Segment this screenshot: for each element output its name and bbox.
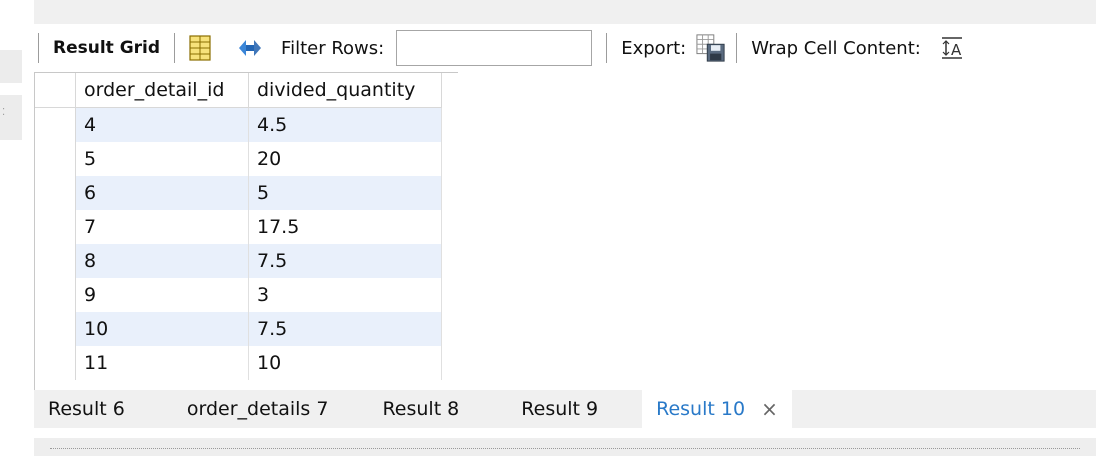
cell-order-detail-id[interactable]: 11 bbox=[75, 346, 249, 380]
cell-order-detail-id[interactable]: 5 bbox=[75, 142, 249, 176]
cell-divided-quantity[interactable]: 3 bbox=[248, 278, 442, 312]
tab-label: Result 6 bbox=[48, 398, 125, 420]
tab-label: Result 10 bbox=[656, 398, 746, 420]
cell-order-detail-id[interactable]: 9 bbox=[75, 278, 249, 312]
cell-divided-quantity[interactable]: 20 bbox=[248, 142, 442, 176]
table-row[interactable]: 11 10 bbox=[35, 346, 442, 380]
table-row[interactable]: 4 4.5 bbox=[35, 107, 442, 142]
tab-result-6[interactable]: Result 6 bbox=[34, 390, 139, 428]
cell-divided-quantity[interactable]: 5 bbox=[248, 176, 442, 210]
output-panel-header bbox=[34, 438, 1096, 456]
close-icon[interactable]: × bbox=[761, 397, 778, 421]
cell-order-detail-id[interactable]: 4 bbox=[75, 107, 249, 142]
row-header[interactable] bbox=[35, 244, 76, 278]
table-row[interactable]: 5 20 bbox=[35, 142, 442, 176]
column-header-order-detail-id[interactable]: order_detail_id bbox=[75, 73, 249, 108]
tab-label: order_details 7 bbox=[186, 398, 329, 420]
row-header[interactable] bbox=[35, 346, 76, 380]
left-gutter: ⁚ bbox=[0, 0, 22, 456]
tab-result-9[interactable]: Result 9 bbox=[507, 390, 612, 428]
toolbar-separator bbox=[606, 33, 608, 63]
grid-header-row: order_detail_id divided_quantity bbox=[35, 73, 442, 108]
toolbar-separator bbox=[38, 33, 39, 63]
export-icon[interactable] bbox=[696, 33, 726, 63]
tab-result-8[interactable]: Result 8 bbox=[368, 390, 473, 428]
row-header[interactable] bbox=[35, 142, 76, 176]
gutter-panel bbox=[0, 50, 22, 83]
cell-divided-quantity[interactable]: 7.5 bbox=[248, 244, 442, 278]
svg-text:A: A bbox=[951, 41, 962, 59]
toolbar-separator bbox=[736, 33, 738, 63]
table-row[interactable]: 10 7.5 bbox=[35, 312, 442, 346]
wrap-cell-content-label: Wrap Cell Content: bbox=[751, 37, 921, 59]
cell-order-detail-id[interactable]: 10 bbox=[75, 312, 249, 346]
cell-order-detail-id[interactable]: 7 bbox=[75, 210, 249, 244]
top-bar bbox=[34, 0, 1096, 24]
tab-result-10[interactable]: Result 10 × bbox=[642, 390, 792, 428]
result-toolbar: Result Grid Filter Rows: Export: Wrap Ce… bbox=[34, 24, 1096, 72]
form-editor-icon[interactable] bbox=[185, 33, 215, 63]
result-grid-tab[interactable]: Result Grid bbox=[43, 38, 170, 58]
cell-divided-quantity[interactable]: 7.5 bbox=[248, 312, 442, 346]
divider bbox=[50, 448, 1080, 449]
gutter-grip-icon[interactable]: ⁚ bbox=[2, 108, 5, 118]
result-tabs: Result 6 order_details 7 Result 8 Result… bbox=[34, 390, 1096, 428]
cell-order-detail-id[interactable]: 6 bbox=[75, 176, 249, 210]
row-header-corner[interactable] bbox=[35, 73, 76, 108]
tab-order-details-7[interactable]: order_details 7 bbox=[173, 390, 343, 428]
tab-label: Result 8 bbox=[382, 398, 460, 420]
table-row[interactable]: 6 5 bbox=[35, 176, 442, 210]
row-header[interactable] bbox=[35, 176, 76, 210]
column-header-divided-quantity[interactable]: divided_quantity bbox=[248, 73, 442, 108]
table-row[interactable]: 9 3 bbox=[35, 278, 442, 312]
toolbar-separator bbox=[174, 33, 176, 63]
row-header[interactable] bbox=[35, 107, 76, 142]
cell-order-detail-id[interactable]: 8 bbox=[75, 244, 249, 278]
cell-divided-quantity[interactable]: 17.5 bbox=[248, 210, 442, 244]
table-row[interactable]: 8 7.5 bbox=[35, 244, 442, 278]
cell-divided-quantity[interactable]: 4.5 bbox=[248, 107, 442, 142]
row-header[interactable] bbox=[35, 312, 76, 346]
result-grid[interactable]: order_detail_id divided_quantity 4 4.5 5… bbox=[34, 72, 458, 391]
filter-rows-label: Filter Rows: bbox=[281, 37, 385, 59]
table-row[interactable]: 7 17.5 bbox=[35, 210, 442, 244]
cell-divided-quantity[interactable]: 10 bbox=[248, 346, 442, 380]
wrap-cell-content-icon[interactable]: A bbox=[937, 33, 967, 63]
tab-label: Result 9 bbox=[521, 398, 599, 420]
export-label: Export: bbox=[621, 37, 687, 59]
refresh-icon[interactable] bbox=[235, 33, 265, 63]
filter-rows-input[interactable] bbox=[396, 30, 593, 66]
row-header[interactable] bbox=[35, 210, 76, 244]
row-header[interactable] bbox=[35, 278, 76, 312]
